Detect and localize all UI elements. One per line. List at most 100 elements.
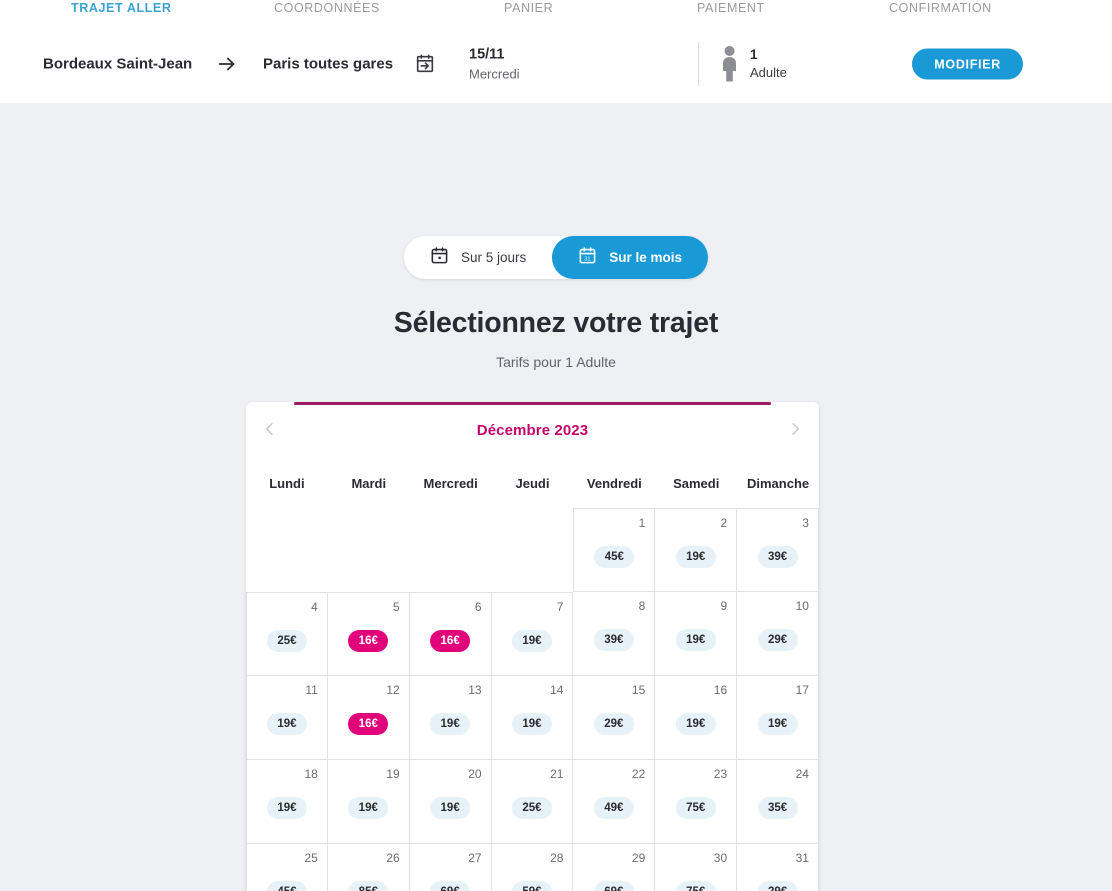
day-price[interactable]: 29€ bbox=[757, 881, 798, 891]
day-price-best[interactable]: 16€ bbox=[348, 630, 389, 652]
day-number: 12 bbox=[386, 683, 400, 697]
day-price[interactable]: 39€ bbox=[757, 546, 798, 568]
day-price[interactable]: 69€ bbox=[593, 881, 634, 891]
calendar-day-cell[interactable]: 17 19€ bbox=[737, 676, 819, 760]
calendar-day-cell[interactable]: 28 59€ bbox=[491, 844, 574, 891]
passenger-type: Adulte bbox=[750, 65, 787, 81]
trip-summary: Bordeaux Saint-Jean Paris toutes gares 1… bbox=[0, 36, 1112, 92]
passenger-summary: 1 Adulte bbox=[750, 46, 787, 82]
prev-month-button[interactable] bbox=[246, 402, 294, 459]
toggle-option-five-days[interactable]: Sur 5 jours bbox=[404, 236, 552, 279]
day-number: 29 bbox=[631, 851, 646, 865]
calendar-day-cell[interactable]: 12 16€ bbox=[327, 676, 410, 760]
day-price[interactable]: 19€ bbox=[675, 713, 716, 735]
day-price-best[interactable]: 16€ bbox=[430, 630, 471, 652]
calendar-day-cell[interactable]: 20 19€ bbox=[409, 760, 492, 844]
day-price[interactable]: 19€ bbox=[348, 797, 389, 819]
day-price[interactable]: 19€ bbox=[266, 797, 307, 819]
day-number: 27 bbox=[468, 851, 482, 865]
calendar-day-cell[interactable]: 8 39€ bbox=[573, 592, 656, 676]
calendar-cell-empty bbox=[410, 508, 492, 592]
day-price[interactable]: 49€ bbox=[593, 797, 634, 819]
day-price[interactable]: 19€ bbox=[266, 713, 307, 735]
main-content: Sur 5 jours 31 Sur le mois Sélectionnez … bbox=[0, 103, 1112, 891]
calendar-day-cell[interactable]: 29 69€ bbox=[573, 844, 656, 891]
weekday-jeudi: Jeudi bbox=[515, 476, 550, 491]
modify-button[interactable]: MODIFIER bbox=[912, 48, 1023, 80]
calendar-day-cell[interactable]: 18 19€ bbox=[246, 760, 328, 844]
day-price[interactable]: 75€ bbox=[675, 797, 716, 819]
day-price-best[interactable]: 16€ bbox=[348, 713, 389, 735]
day-price[interactable]: 45€ bbox=[266, 881, 307, 891]
day-number: 20 bbox=[468, 767, 482, 781]
calendar-cell-empty bbox=[492, 508, 574, 592]
step-panier[interactable]: PANIER bbox=[504, 1, 553, 15]
calendar-day-cell[interactable]: 3 39€ bbox=[737, 508, 819, 592]
day-price[interactable]: 75€ bbox=[675, 881, 716, 891]
calendar-day-cell[interactable]: 11 19€ bbox=[246, 676, 328, 760]
day-price[interactable]: 19€ bbox=[757, 713, 798, 735]
calendar-day-cell[interactable]: 2 19€ bbox=[655, 508, 738, 592]
calendar-day-cell[interactable]: 6 16€ bbox=[409, 592, 492, 676]
day-price[interactable]: 25€ bbox=[266, 630, 307, 652]
day-number: 31 bbox=[795, 851, 809, 865]
calendar-day-cell[interactable]: 14 19€ bbox=[491, 676, 574, 760]
step-trajet-aller[interactable]: TRAJET ALLER bbox=[71, 1, 172, 15]
day-number: 28 bbox=[550, 851, 564, 865]
price-calendar: Décembre 2023 Lundi Mardi Mercredi Jeudi… bbox=[246, 402, 819, 891]
calendar-month-label: Décembre 2023 bbox=[476, 422, 589, 439]
calendar-day-cell[interactable]: 26 85€ bbox=[327, 844, 410, 891]
calendar-day-cell[interactable]: 9 19€ bbox=[655, 592, 738, 676]
calendar-day-cell[interactable]: 7 19€ bbox=[491, 592, 574, 676]
calendar-day-cell[interactable]: 27 69€ bbox=[409, 844, 492, 891]
day-price[interactable]: 39€ bbox=[593, 629, 634, 651]
day-number: 6 bbox=[474, 600, 482, 614]
calendar-day-cell[interactable]: 30 75€ bbox=[655, 844, 738, 891]
day-price[interactable]: 19€ bbox=[675, 629, 716, 651]
departure-date-value: 15/11 bbox=[469, 46, 505, 63]
calendar-day-cell[interactable]: 19 19€ bbox=[327, 760, 410, 844]
day-price[interactable]: 19€ bbox=[511, 630, 552, 652]
calendar-day-cell[interactable]: 1 45€ bbox=[573, 508, 656, 592]
calendar-day-cell[interactable]: 22 49€ bbox=[573, 760, 656, 844]
summary-divider bbox=[698, 42, 699, 86]
toggle-option-month[interactable]: 31 Sur le mois bbox=[552, 236, 709, 279]
calendar-day-cell[interactable]: 5 16€ bbox=[327, 592, 410, 676]
weekday-mercredi: Mercredi bbox=[423, 476, 478, 491]
day-price[interactable]: 19€ bbox=[430, 797, 471, 819]
calendar-day-cell[interactable]: 10 29€ bbox=[737, 592, 819, 676]
day-price[interactable]: 35€ bbox=[757, 797, 798, 819]
calendar-day-cell[interactable]: 25 45€ bbox=[246, 844, 328, 891]
day-price[interactable]: 59€ bbox=[511, 881, 552, 891]
day-price[interactable]: 29€ bbox=[757, 629, 798, 651]
day-price[interactable]: 25€ bbox=[511, 797, 552, 819]
calendar-icon bbox=[430, 246, 449, 270]
calendar-day-cell[interactable]: 15 29€ bbox=[573, 676, 656, 760]
day-price[interactable]: 19€ bbox=[511, 713, 552, 735]
day-number: 4 bbox=[311, 600, 318, 614]
calendar-day-cell[interactable]: 16 19€ bbox=[655, 676, 738, 760]
next-month-button[interactable] bbox=[771, 402, 819, 459]
weekday-dimanche: Dimanche bbox=[746, 476, 810, 491]
day-price[interactable]: 29€ bbox=[593, 713, 634, 735]
day-price[interactable]: 19€ bbox=[430, 713, 471, 735]
calendar-day-cell[interactable]: 24 35€ bbox=[737, 760, 819, 844]
calendar-day-cell[interactable]: 4 25€ bbox=[246, 592, 328, 676]
calendar-day-cell[interactable]: 13 19€ bbox=[409, 676, 492, 760]
day-number: 30 bbox=[713, 851, 728, 865]
calendar-day-cell[interactable]: 21 25€ bbox=[491, 760, 574, 844]
day-price[interactable]: 69€ bbox=[430, 881, 471, 891]
step-confirmation[interactable]: CONFIRMATION bbox=[889, 1, 992, 15]
calendar-accent-bar bbox=[294, 402, 771, 405]
step-paiement[interactable]: PAIEMENT bbox=[697, 1, 765, 15]
step-coordonnees[interactable]: COORDONNÉES bbox=[274, 1, 380, 15]
day-price[interactable]: 19€ bbox=[675, 546, 716, 568]
passenger-count: 1 bbox=[750, 47, 758, 63]
calendar-day-cell[interactable]: 23 75€ bbox=[655, 760, 738, 844]
day-price[interactable]: 45€ bbox=[594, 546, 635, 568]
calendar-day-cell[interactable]: 31 29€ bbox=[737, 844, 819, 891]
svg-text:31: 31 bbox=[585, 256, 591, 262]
departure-calendar-icon bbox=[414, 53, 436, 75]
day-number: 15 bbox=[631, 683, 646, 697]
day-price[interactable]: 85€ bbox=[348, 881, 389, 891]
